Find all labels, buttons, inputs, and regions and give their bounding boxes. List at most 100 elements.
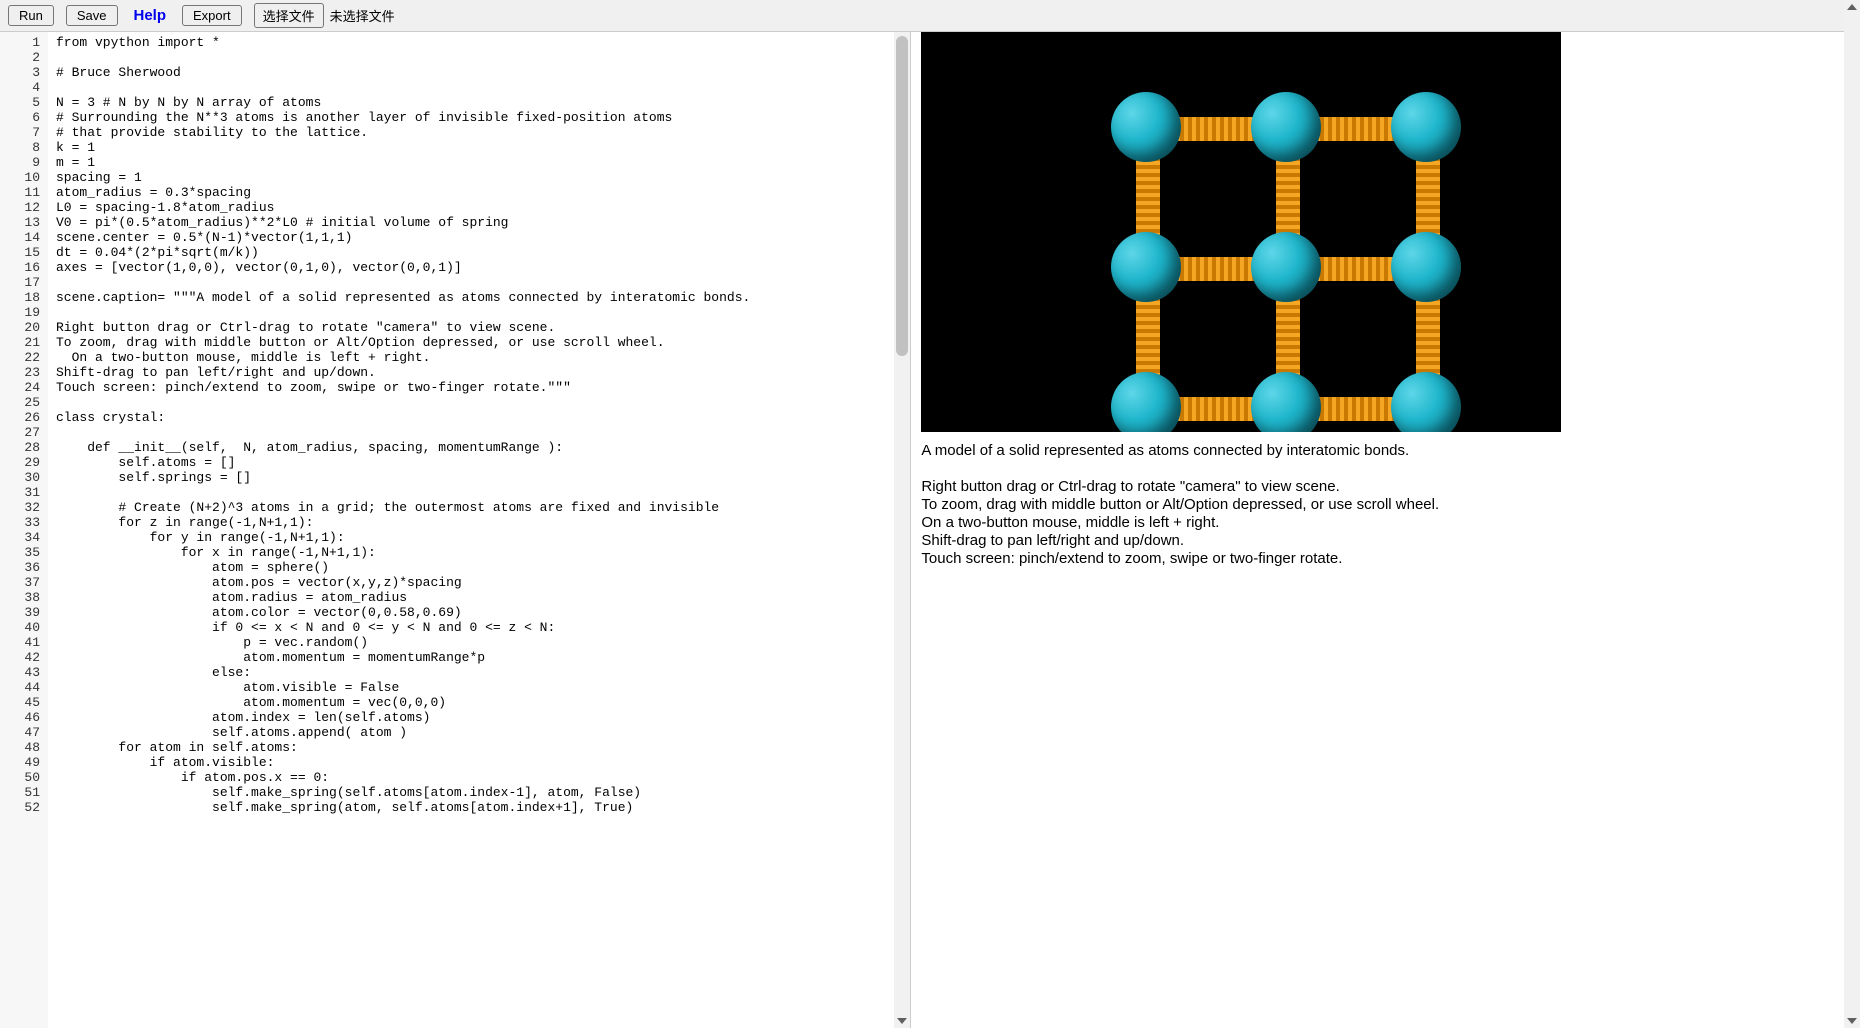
code-line[interactable]: atom.radius = atom_radius — [56, 591, 902, 606]
line-number: 36 — [4, 561, 40, 576]
line-number: 13 — [4, 216, 40, 231]
code-line[interactable] — [56, 276, 902, 291]
code-line[interactable] — [56, 486, 902, 501]
code-editor[interactable]: 1234567891011121314151617181920212223242… — [0, 32, 910, 1028]
line-number: 45 — [4, 696, 40, 711]
code-line[interactable]: if 0 <= x < N and 0 <= y < N and 0 <= z … — [56, 621, 902, 636]
line-number: 7 — [4, 126, 40, 141]
code-line[interactable]: p = vec.random() — [56, 636, 902, 651]
code-line[interactable]: atom.momentum = vec(0,0,0) — [56, 696, 902, 711]
line-number: 10 — [4, 171, 40, 186]
code-line[interactable]: from vpython import * — [56, 36, 902, 51]
code-line[interactable]: def __init__(self, N, atom_radius, spaci… — [56, 441, 902, 456]
code-line[interactable] — [56, 306, 902, 321]
code-line[interactable]: Right button drag or Ctrl-drag to rotate… — [56, 321, 902, 336]
line-number: 44 — [4, 681, 40, 696]
code-lines[interactable]: from vpython import * # Bruce Sherwood N =… — [48, 32, 910, 1028]
code-line[interactable]: k = 1 — [56, 141, 902, 156]
line-number: 46 — [4, 711, 40, 726]
save-button[interactable]: Save — [66, 5, 118, 26]
line-number: 8 — [4, 141, 40, 156]
line-number: 24 — [4, 381, 40, 396]
code-line[interactable]: class crystal: — [56, 411, 902, 426]
code-line[interactable] — [56, 426, 902, 441]
code-line[interactable]: spacing = 1 — [56, 171, 902, 186]
main-content: 1234567891011121314151617181920212223242… — [0, 32, 1860, 1028]
code-line[interactable]: # that provide stability to the lattice. — [56, 126, 902, 141]
help-link[interactable]: Help — [130, 7, 171, 24]
line-number: 15 — [4, 246, 40, 261]
code-line[interactable] — [56, 81, 902, 96]
code-line[interactable]: self.atoms = [] — [56, 456, 902, 471]
line-number: 47 — [4, 726, 40, 741]
vpython-canvas[interactable] — [921, 32, 1561, 432]
code-line[interactable]: for z in range(-1,N+1,1): — [56, 516, 902, 531]
atom-sphere — [1111, 372, 1181, 432]
chevron-down-icon[interactable] — [1847, 1018, 1857, 1024]
code-line[interactable]: V0 = pi*(0.5*atom_radius)**2*L0 # initia… — [56, 216, 902, 231]
code-line[interactable]: atom_radius = 0.3*spacing — [56, 186, 902, 201]
line-number: 18 — [4, 291, 40, 306]
code-line[interactable]: atom.color = vector(0,0.58,0.69) — [56, 606, 902, 621]
code-line[interactable]: else: — [56, 666, 902, 681]
scene-caption: A model of a solid represented as atoms … — [921, 442, 1850, 568]
line-number: 12 — [4, 201, 40, 216]
code-line[interactable]: if atom.pos.x == 0: — [56, 771, 902, 786]
code-line[interactable]: scene.caption= """A model of a solid rep… — [56, 291, 902, 306]
line-number: 21 — [4, 336, 40, 351]
code-line[interactable]: if atom.visible: — [56, 756, 902, 771]
code-line[interactable]: for y in range(-1,N+1,1): — [56, 531, 902, 546]
code-line[interactable]: # Surrounding the N**3 atoms is another … — [56, 111, 902, 126]
code-line[interactable]: N = 3 # N by N by N array of atoms — [56, 96, 902, 111]
atom-sphere — [1391, 92, 1461, 162]
editor-scrollbar[interactable] — [894, 32, 910, 1028]
line-number: 41 — [4, 636, 40, 651]
code-line[interactable]: L0 = spacing-1.8*atom_radius — [56, 201, 902, 216]
code-line[interactable]: self.springs = [] — [56, 471, 902, 486]
code-line[interactable] — [56, 51, 902, 66]
page-scrollbar[interactable] — [1844, 0, 1860, 1028]
line-number: 42 — [4, 651, 40, 666]
code-line[interactable]: Touch screen: pinch/extend to zoom, swip… — [56, 381, 902, 396]
code-line[interactable]: scene.center = 0.5*(N-1)*vector(1,1,1) — [56, 231, 902, 246]
code-line[interactable]: self.make_spring(self.atoms[atom.index-1… — [56, 786, 902, 801]
code-line[interactable]: atom = sphere() — [56, 561, 902, 576]
line-number: 23 — [4, 366, 40, 381]
atom-sphere — [1251, 92, 1321, 162]
code-line[interactable]: To zoom, drag with middle button or Alt/… — [56, 336, 902, 351]
code-line[interactable]: self.atoms.append( atom ) — [56, 726, 902, 741]
line-number: 2 — [4, 51, 40, 66]
code-line[interactable]: dt = 0.04*(2*pi*sqrt(m/k)) — [56, 246, 902, 261]
line-number: 38 — [4, 591, 40, 606]
code-line[interactable]: m = 1 — [56, 156, 902, 171]
atom-sphere — [1251, 372, 1321, 432]
line-number: 17 — [4, 276, 40, 291]
run-button[interactable]: Run — [8, 5, 54, 26]
chevron-down-icon[interactable] — [897, 1018, 907, 1024]
line-number-gutter: 1234567891011121314151617181920212223242… — [0, 32, 48, 1028]
line-number: 5 — [4, 96, 40, 111]
file-input: 选择文件 未选择文件 — [254, 3, 395, 28]
chevron-up-icon[interactable] — [1847, 4, 1857, 10]
code-line[interactable]: for atom in self.atoms: — [56, 741, 902, 756]
editor-scrollbar-thumb[interactable] — [896, 36, 908, 356]
code-line[interactable]: atom.visible = False — [56, 681, 902, 696]
code-line[interactable]: On a two-button mouse, middle is left + … — [56, 351, 902, 366]
code-line[interactable]: atom.pos = vector(x,y,z)*spacing — [56, 576, 902, 591]
export-button[interactable]: Export — [182, 5, 242, 26]
code-line[interactable]: Shift-drag to pan left/right and up/down… — [56, 366, 902, 381]
line-number: 30 — [4, 471, 40, 486]
line-number: 25 — [4, 396, 40, 411]
line-number: 26 — [4, 411, 40, 426]
code-line[interactable]: axes = [vector(1,0,0), vector(0,1,0), ve… — [56, 261, 902, 276]
code-line[interactable]: self.make_spring(atom, self.atoms[atom.i… — [56, 801, 902, 816]
line-number: 20 — [4, 321, 40, 336]
code-line[interactable]: for x in range(-1,N+1,1): — [56, 546, 902, 561]
code-line[interactable]: # Create (N+2)^3 atoms in a grid; the ou… — [56, 501, 902, 516]
code-line[interactable]: # Bruce Sherwood — [56, 66, 902, 81]
code-line[interactable]: atom.momentum = momentumRange*p — [56, 651, 902, 666]
code-line[interactable]: atom.index = len(self.atoms) — [56, 711, 902, 726]
choose-file-button[interactable]: 选择文件 — [254, 3, 324, 28]
code-line[interactable] — [56, 396, 902, 411]
line-number: 40 — [4, 621, 40, 636]
